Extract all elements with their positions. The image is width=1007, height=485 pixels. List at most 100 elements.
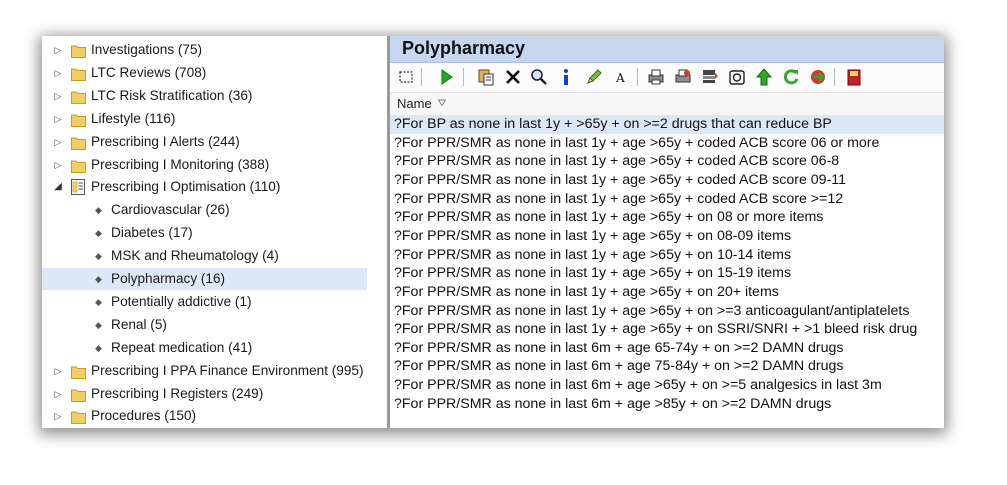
run-icon[interactable]	[436, 67, 456, 87]
list-item[interactable]: ?For PPR/SMR as none in last 6m + age 65…	[390, 339, 944, 358]
collapse-arrow-icon[interactable]: ◢	[53, 176, 63, 198]
expand-arrow-icon[interactable]: ▷	[53, 131, 63, 153]
tree-item-label: Prescribing I Monitoring (388)	[91, 156, 270, 172]
folder-icon	[71, 135, 86, 150]
tree-item-label: Prescribing I Registers (249)	[91, 385, 264, 401]
tree-item-label: Cardiovascular (26)	[111, 202, 230, 218]
tree-folder-item[interactable]: ◢ Prescribing I Optimisation (110)	[42, 176, 367, 198]
tree-folder-item[interactable]: ▷ LTC Reviews (708)	[42, 62, 367, 84]
list-item[interactable]: ?For PPR/SMR as none in last 1y + age >6…	[390, 320, 944, 339]
info-icon[interactable]	[556, 67, 576, 87]
expand-arrow-icon[interactable]: ▷	[53, 39, 63, 61]
tree-item-label: Investigations (75)	[91, 42, 203, 57]
list-item[interactable]: ?For PPR/SMR as none in last 1y + age >6…	[390, 227, 944, 246]
panel-title: Polypharmacy	[402, 38, 526, 58]
print-preview-icon[interactable]	[673, 67, 693, 87]
copy-paste-icon[interactable]	[476, 67, 496, 87]
tree-child-item[interactable]: ◆ Repeat medication (41)	[42, 337, 367, 359]
list-item[interactable]: ?For PPR/SMR as none in last 1y + age >6…	[390, 302, 944, 321]
move-up-icon[interactable]	[754, 67, 774, 87]
print-icon[interactable]	[646, 67, 666, 87]
folder-icon	[71, 43, 86, 58]
list-item[interactable]: ?For PPR/SMR as none in last 6m + age 75…	[390, 357, 944, 376]
font-icon[interactable]: A	[611, 67, 631, 87]
tree-child-item[interactable]: ◆ Potentially addictive (1)	[42, 291, 367, 313]
list-item[interactable]: ?For PPR/SMR as none in last 6m + age >8…	[390, 395, 944, 414]
tree-item-label: Procedures (150)	[91, 408, 197, 424]
tree-item-label: Polypharmacy (16)	[111, 271, 226, 286]
list-item[interactable]: ?For PPR/SMR as none in last 1y + age >6…	[390, 171, 944, 190]
tree-item-label: Renal (5)	[111, 316, 167, 332]
expand-arrow-icon[interactable]: ▷	[53, 108, 63, 130]
expand-arrow-icon[interactable]: ▷	[53, 405, 63, 427]
svg-text:A: A	[615, 71, 625, 85]
tree-folder-item[interactable]: ▷ LTC Risk Stratification (36)	[42, 85, 367, 107]
tree-child-item[interactable]: ◆ Cardiovascular (26)	[42, 199, 367, 221]
list-item[interactable]: ?For PPR/SMR as none in last 6m + age >6…	[390, 376, 944, 395]
bullet-icon: ◆	[95, 296, 102, 307]
list-item[interactable]: ?For PPR/SMR as none in last 1y + age >6…	[390, 208, 944, 227]
tree-folder-item[interactable]: ▷ Lifestyle (116)	[42, 108, 367, 130]
tree-folder-item[interactable]: ▷ Investigations (75)	[42, 39, 367, 61]
expand-arrow-icon[interactable]: ▷	[53, 62, 63, 84]
tree-item-label: MSK and Rheumatology (4)	[111, 248, 279, 264]
tree-child-item[interactable]: ◆ Renal (5)	[42, 314, 367, 336]
tree-folder-item[interactable]: ▷ Prescribing I Monitoring (388)	[42, 154, 367, 176]
expand-arrow-icon[interactable]: ▷	[53, 85, 63, 107]
list-item[interactable]: ?For PPR/SMR as none in last 1y + age >6…	[390, 152, 944, 171]
list-item[interactable]: ?For PPR/SMR as none in last 1y + age >6…	[390, 283, 944, 302]
folder-icon	[71, 364, 86, 379]
tree-item-label: Potentially addictive (1)	[111, 293, 252, 309]
folder-icon	[71, 89, 86, 104]
expand-arrow-icon[interactable]: ▷	[53, 360, 63, 382]
expand-arrow-icon[interactable]: ▷	[53, 383, 63, 405]
bullet-icon: ◆	[95, 205, 102, 216]
tree-child-item[interactable]: ◆ MSK and Rheumatology (4)	[42, 245, 367, 267]
category-tree: ▷ Investigations (75) ▷ LTC Reviews (708) ▷ L…	[42, 36, 387, 428]
tree-child-item[interactable]: ◆ Polypharmacy (16)	[42, 268, 367, 290]
search-icon[interactable]	[529, 67, 549, 87]
toolbar: A	[390, 63, 944, 91]
list-item[interactable]: ?For BP as none in last 1y + >65y + on >…	[390, 115, 944, 134]
tree-item-label: Diabetes (17)	[111, 225, 193, 241]
list-item[interactable]: ?For PPR/SMR as none in last 1y + age >6…	[390, 246, 944, 265]
report-icon[interactable]	[727, 67, 747, 87]
tree-item-label: Prescribing I Alerts (244)	[91, 133, 240, 149]
app-window: ▷ Investigations (75) ▷ LTC Reviews (708) ▷ L…	[42, 36, 944, 428]
tree-item-label: Prescribing I Optimisation (110)	[91, 179, 281, 195]
refresh-icon[interactable]	[781, 67, 801, 87]
column-label: Name	[397, 96, 432, 111]
tree-folder-item[interactable]: ▷ Procedures (150)	[42, 405, 367, 427]
delete-icon[interactable]	[503, 67, 523, 87]
bullet-icon: ◆	[95, 251, 102, 262]
folder-icon	[71, 66, 86, 81]
list-item[interactable]: ?For PPR/SMR as none in last 1y + age >6…	[390, 134, 944, 153]
sort-icon	[438, 99, 446, 107]
tree-item-label: LTC Reviews (708)	[91, 64, 207, 80]
bullet-icon: ◆	[95, 228, 102, 239]
list-item[interactable]: ?For PPR/SMR as none in last 1y + age >6…	[390, 190, 944, 209]
book-icon[interactable]	[844, 67, 864, 87]
select-box-icon[interactable]	[396, 67, 416, 87]
tree-item-label: Prescribing I PPA Finance Environment (9…	[91, 362, 364, 378]
open-folder-icon	[71, 179, 85, 196]
tree-item-label: Repeat medication (41)	[111, 339, 253, 355]
tree-folder-item[interactable]: ▷ Prescribing I Alerts (244)	[42, 131, 367, 153]
list-item[interactable]: ?For PPR/SMR as none in last 1y + age >6…	[390, 264, 944, 283]
folder-icon	[71, 409, 86, 425]
edit-pencil-icon[interactable]	[584, 67, 604, 87]
expand-arrow-icon[interactable]: ▷	[53, 154, 63, 176]
tree-folder-item[interactable]: ▷ Prescribing I Registers (249)	[42, 383, 367, 405]
tree-folder-item[interactable]: ▷ Prescribing I PPA Finance Environment (…	[42, 360, 367, 382]
folder-icon	[71, 387, 86, 402]
panel-header: Polypharmacy	[390, 36, 944, 63]
name-column-header[interactable]: Name	[390, 92, 944, 116]
search-list-panel: Polypharmacy A Name ?For BP as none in l…	[390, 36, 944, 428]
bullet-icon: ◆	[95, 274, 102, 284]
bullet-icon: ◆	[95, 342, 102, 353]
export-icon[interactable]	[700, 67, 720, 87]
tree-child-item[interactable]: ◆ Diabetes (17)	[42, 222, 367, 244]
navigate-icon[interactable]	[808, 67, 828, 87]
bullet-icon: ◆	[95, 319, 102, 330]
folder-icon	[71, 158, 86, 173]
